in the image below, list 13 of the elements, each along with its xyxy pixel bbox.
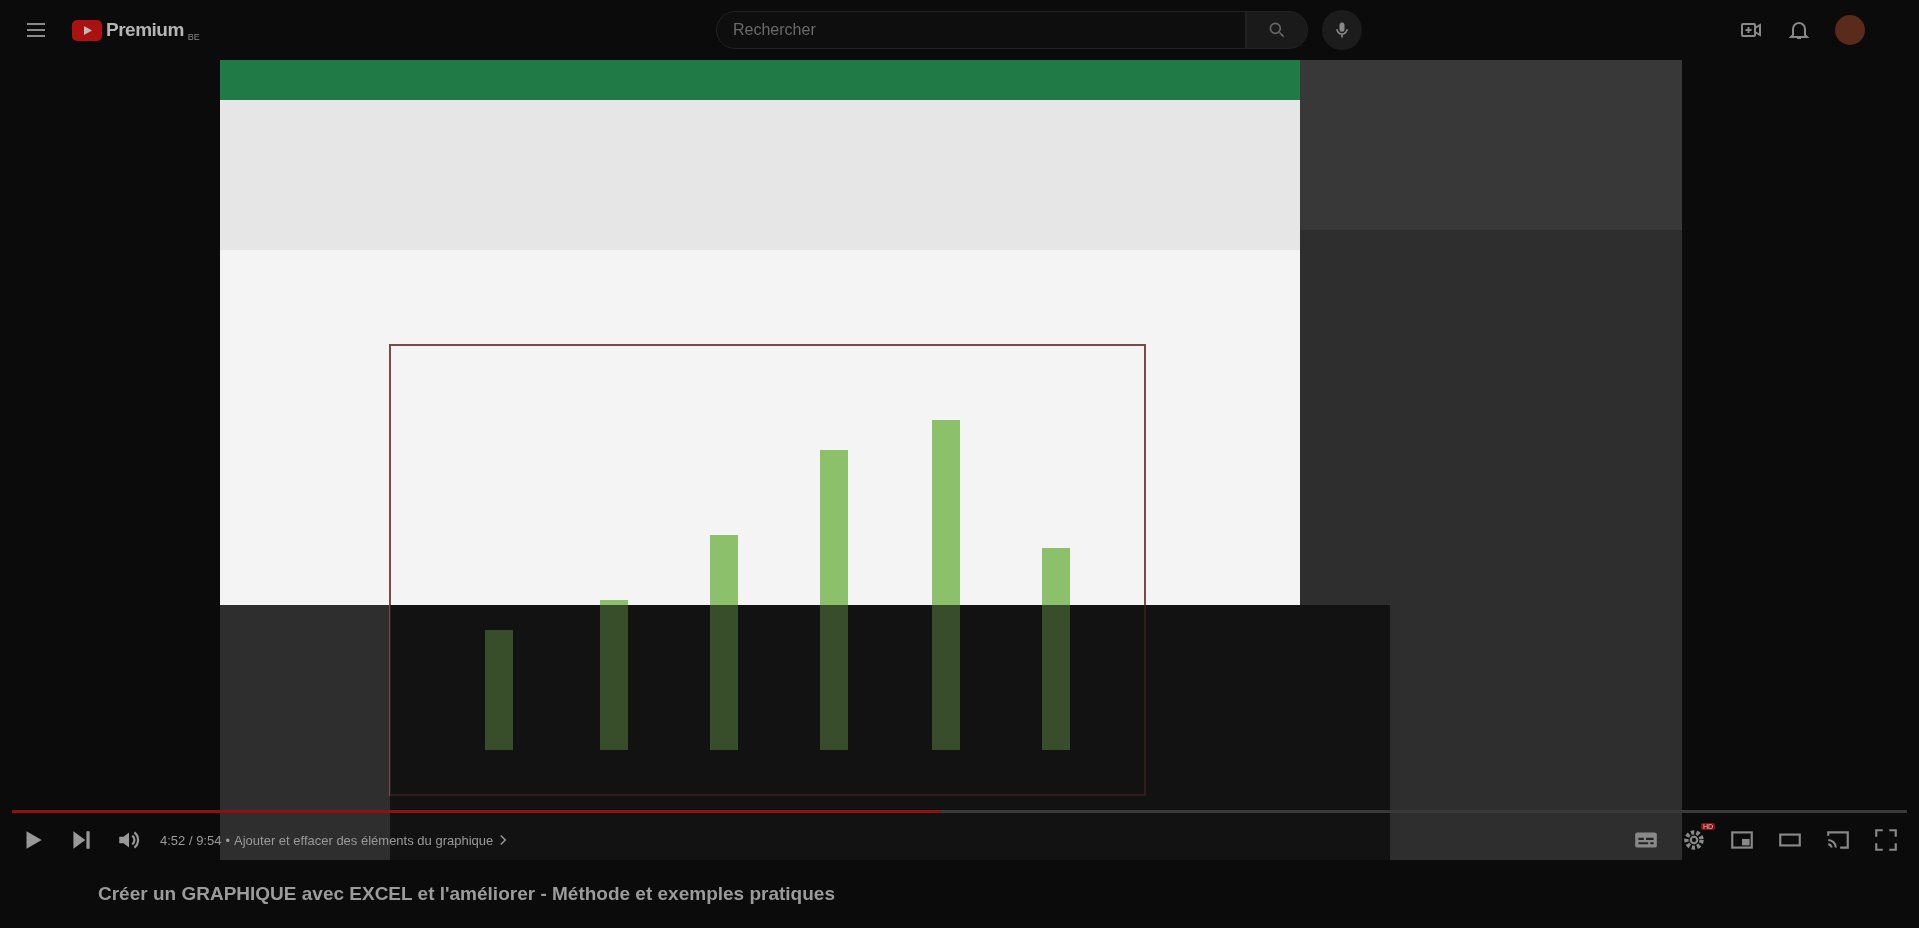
play-logo-icon[interactable] <box>72 19 102 41</box>
search-icon <box>1267 20 1287 40</box>
chapter-separator: • <box>225 832 230 848</box>
settings-icon[interactable] <box>1681 827 1707 853</box>
chevron-icon[interactable] <box>499 834 508 846</box>
fullscreen-icon[interactable] <box>1873 827 1899 853</box>
time-display: 4:52 / 9:54 <box>160 832 222 848</box>
search-field[interactable]: Rechercher <box>716 11 1246 49</box>
chapter-link[interactable]: Ajouter et effacer des éléments du graphique <box>234 832 494 848</box>
logo-text[interactable]: Premium <box>106 19 184 41</box>
country-code: BE <box>187 32 200 42</box>
microphone-button[interactable] <box>1322 10 1362 50</box>
video-title: Créer un GRAPHIQUE avec EXCEL et l'améliorer - Méthode et exemples pratiques <box>97 882 836 906</box>
